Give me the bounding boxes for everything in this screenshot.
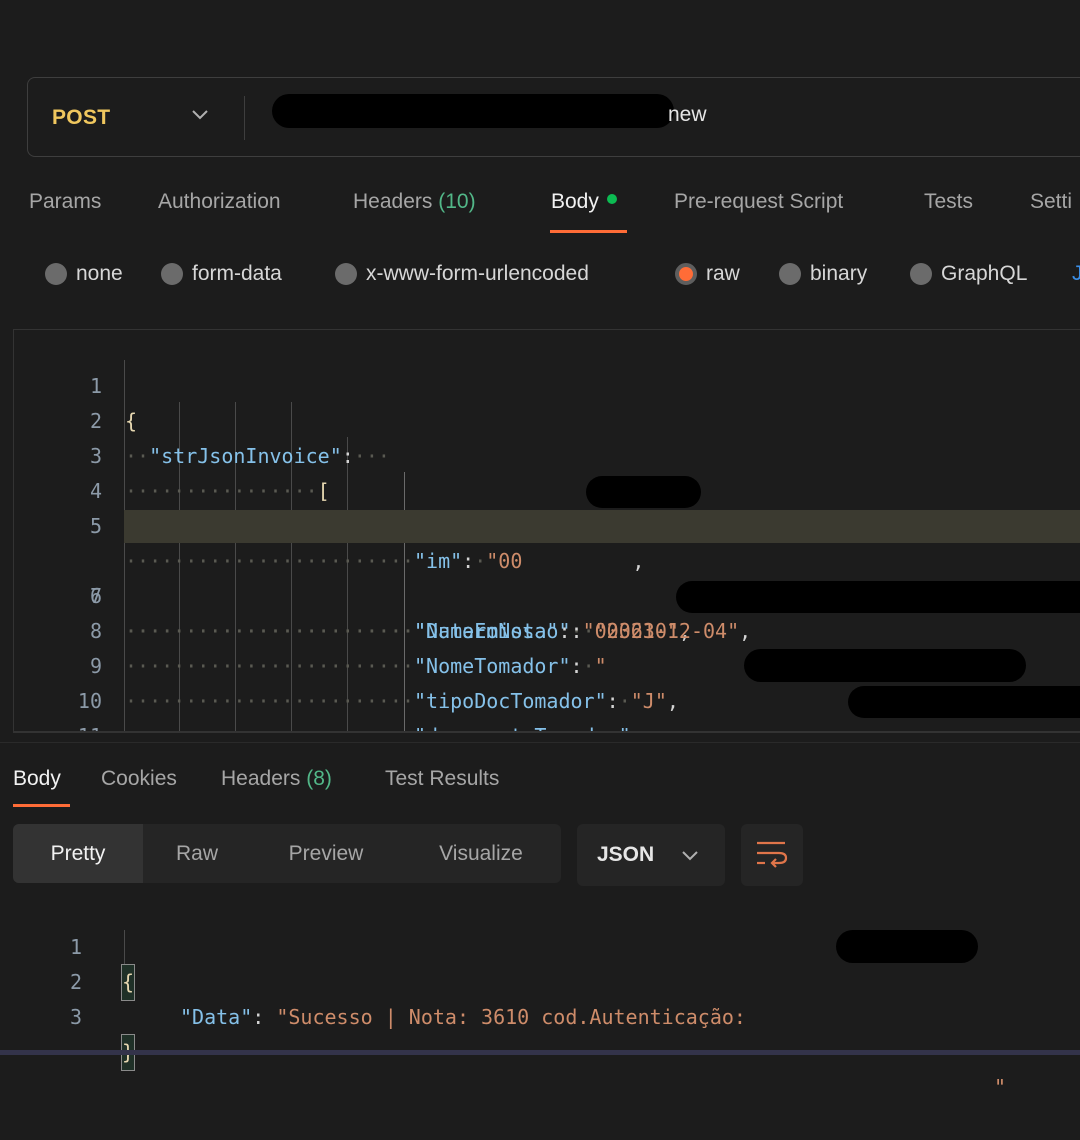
pane-divider[interactable]: [0, 742, 1080, 743]
line-number: 3: [69, 1005, 82, 1029]
code-line: 2 ··"strJsonInvoice":···: [14, 369, 1080, 468]
mode-preview[interactable]: Preview: [251, 824, 401, 883]
wrap-lines-button[interactable]: [741, 824, 803, 886]
current-line-highlight: [124, 510, 1080, 543]
radio-raw[interactable]: raw: [675, 262, 740, 286]
tab-label: Params: [29, 190, 102, 213]
radio-icon: [45, 263, 67, 285]
radio-icon: [779, 263, 801, 285]
mode-pretty[interactable]: Pretty: [13, 824, 143, 883]
response-tab-headers[interactable]: Headers (8): [221, 767, 332, 791]
code-line: 2 "Data": "Sucesso | Nota: 3610 cod.Aute…: [0, 930, 1080, 1099]
url-visible-suffix: new: [668, 103, 707, 126]
code-line: 7 ························"DataEmissao":…: [14, 544, 1080, 643]
url-separator: [244, 96, 245, 140]
language-label: JSON: [597, 843, 655, 866]
radio-icon: [335, 263, 357, 285]
radio-binary[interactable]: binary: [779, 262, 867, 286]
code-line-highlighted: 6 ························"NumeroNota":·…: [14, 509, 1080, 643]
response-tab-body[interactable]: Body: [13, 767, 61, 791]
tab-settings[interactable]: Setti: [1030, 190, 1072, 214]
json-key: "Data": [180, 1005, 253, 1029]
response-language-select[interactable]: JSON: [577, 824, 725, 886]
active-tab-indicator: [13, 804, 70, 807]
radio-label: GraphQL: [941, 262, 1028, 285]
redacted-region: [744, 649, 1026, 682]
chevron-down-icon[interactable]: [188, 102, 212, 126]
headers-count: (10): [438, 190, 476, 213]
matched-bracket: {: [120, 964, 136, 1001]
chevron-down-icon: [682, 851, 698, 861]
response-view-mode: Pretty Raw Preview Visualize: [13, 824, 561, 883]
tab-params[interactable]: Params: [29, 190, 101, 214]
radio-label: x-www-form-urlencoded: [366, 262, 589, 285]
tab-label: Test Results: [385, 767, 500, 790]
tab-body[interactable]: Body: [551, 190, 617, 214]
code-line: 8 ························"NomeTomador":…: [14, 579, 1080, 678]
redacted-region: [836, 930, 978, 963]
tab-label: Tests: [924, 190, 974, 213]
radio-form-data[interactable]: form-data: [161, 262, 282, 286]
tab-label: Pre-request Script: [674, 190, 844, 213]
editor-border: [13, 731, 1080, 733]
url-bar: POST new: [27, 77, 1080, 157]
response-tab-cookies[interactable]: Cookies: [101, 767, 177, 791]
status-bar: [0, 1050, 1080, 1055]
json-value: "Sucesso | Nota: 3610 cod.Autenticação:: [276, 1005, 746, 1029]
code-line: 10 ························"documentoTom…: [14, 649, 1080, 732]
request-body-editor[interactable]: 1 { 2 ··"strJsonInvoice":··· 3 ·········…: [13, 329, 1080, 732]
radio-x-www-form-urlencoded[interactable]: x-www-form-urlencoded: [335, 262, 589, 286]
mode-raw[interactable]: Raw: [143, 824, 251, 883]
wrap-lines-icon: [757, 841, 788, 868]
radio-icon: [910, 263, 932, 285]
tab-label: Authorization: [158, 190, 281, 213]
tab-headers[interactable]: Headers (10): [353, 190, 476, 214]
radio-label: none: [76, 262, 123, 285]
code-line: 11 ························"InscricaoEst…: [14, 684, 1080, 732]
code-line: 1 {: [14, 334, 1080, 433]
tab-label: Cookies: [101, 767, 177, 790]
tab-label: Body: [13, 767, 61, 790]
radio-label: form-data: [192, 262, 282, 285]
tab-authorization[interactable]: Authorization: [158, 190, 281, 214]
tab-label: Body: [551, 190, 599, 213]
response-tab-test-results[interactable]: Test Results: [385, 767, 499, 791]
tab-label: Setti: [1030, 190, 1073, 213]
raw-format-dropdown[interactable]: J: [1072, 262, 1080, 286]
code-line: 3 }: [0, 965, 136, 1071]
redacted-region: [586, 476, 701, 508]
tab-tests[interactable]: Tests: [924, 190, 973, 214]
code-line: 4 ····················{: [14, 439, 1080, 539]
radio-none[interactable]: none: [45, 262, 123, 286]
json-value-end: ": [994, 1075, 1007, 1099]
radio-label: raw: [706, 262, 740, 285]
radio-graphql[interactable]: GraphQL: [910, 262, 1027, 286]
code-line: 9 ························"tipoDocTomado…: [14, 614, 1080, 713]
active-tab-indicator: [550, 230, 627, 233]
redacted-region: [848, 686, 1080, 718]
tab-pre-request-script[interactable]: Pre-request Script: [674, 190, 843, 214]
http-method-select[interactable]: POST: [52, 106, 110, 130]
tab-label: Headers: [353, 190, 433, 213]
radio-checked-icon: [675, 263, 697, 285]
tab-label: Headers: [221, 767, 301, 790]
code-line: 3 ················[: [14, 404, 1080, 503]
mode-visualize[interactable]: Visualize: [401, 824, 561, 883]
radio-icon: [161, 263, 183, 285]
modified-dot-icon: [606, 194, 617, 204]
code-line: 1 {: [0, 895, 136, 1001]
redacted-region: [676, 581, 1080, 613]
radio-label: binary: [810, 262, 868, 285]
redacted-region: [272, 94, 674, 128]
headers-count: (8): [306, 767, 332, 790]
code-line: 5 ························"im":·"00,: [14, 474, 1080, 573]
